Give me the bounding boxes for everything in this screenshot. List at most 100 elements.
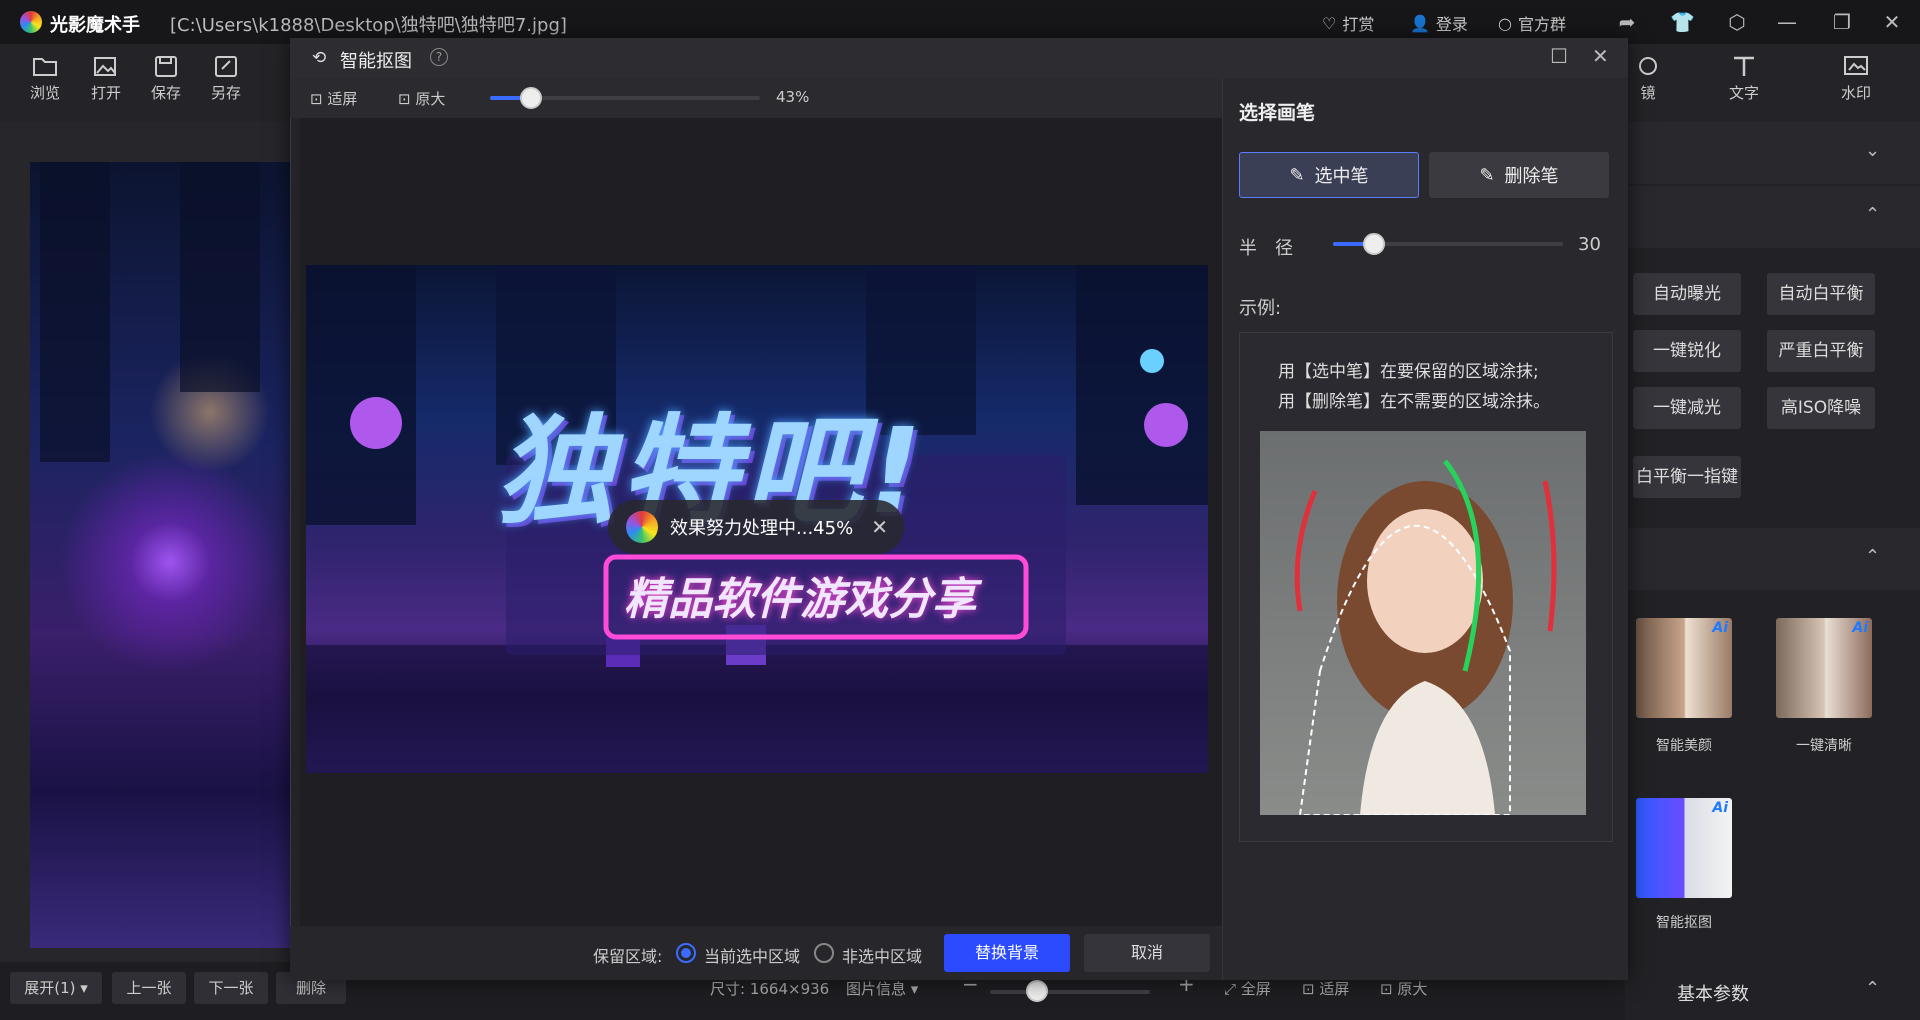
browse-button[interactable]: 浏览 (17, 54, 73, 103)
panel-section-3[interactable]: ⌃ (1625, 528, 1920, 590)
chevron-up-icon: ⌃ (1865, 978, 1881, 999)
text-button[interactable]: 文字 (1716, 54, 1772, 103)
ai-badge: Ai (1712, 800, 1728, 816)
save-button[interactable]: 保存 (138, 54, 194, 103)
save-icon (155, 56, 177, 77)
cancel-button[interactable]: 取消 (1084, 934, 1210, 972)
fullscreen-button[interactable]: ⤢ 全屏 (1224, 978, 1271, 999)
expand-dropdown[interactable]: 展开(1) ▾ (10, 972, 102, 1004)
group-link[interactable]: ○ 官方群 (1498, 11, 1566, 35)
processing-toast: 效果努力处理中...45% ✕ (608, 500, 904, 554)
save-as-label: 另存 (210, 84, 241, 102)
fullscreen-label: 全屏 (1240, 980, 1271, 998)
prev-button[interactable]: 上一张 (112, 972, 186, 1004)
file-path: [C:\Users\k1888\Desktop\独特吧\独特吧7.jpg] (170, 15, 567, 36)
close-icon[interactable]: ✕ (1880, 10, 1904, 34)
text-label: 文字 (1728, 84, 1759, 102)
save-as-button[interactable]: 另存 (198, 54, 254, 103)
save-as-icon (215, 56, 237, 77)
one-key-dim-button[interactable]: 一键减光 (1633, 387, 1741, 429)
erase-pen-button[interactable]: ✎ 删除笔 (1429, 152, 1609, 198)
open-label: 打开 (90, 84, 121, 102)
erase-pen-label: 删除笔 (1504, 166, 1559, 187)
next-button[interactable]: 下一张 (194, 972, 268, 1004)
pen-icon: ✎ (1289, 164, 1305, 186)
main-preview-image (30, 162, 290, 948)
settings-icon[interactable]: ⬡ (1725, 10, 1749, 34)
one-key-sharpen-button[interactable]: 一键锐化 (1633, 330, 1741, 372)
dialog-title-bar: ⟲ 智能抠图 ? ☐ ✕ (290, 38, 1628, 78)
poster-subtitle: 精品软件游戏分享 (624, 574, 976, 625)
watermark-button[interactable]: 水印 (1828, 54, 1884, 103)
dialog-footer: 保留区域: 当前选中区域 非选中区域 替换背景 取消 (290, 926, 1222, 980)
dialog-close-icon[interactable]: ✕ (1592, 44, 1609, 68)
dialog-zoom-knob[interactable] (520, 87, 542, 109)
login-link[interactable]: 👤 登录 (1410, 11, 1468, 35)
share-icon[interactable]: ➦ (1615, 10, 1639, 34)
ai-badge: Ai (1852, 620, 1868, 636)
basic-params-label: 基本参数 (1677, 984, 1749, 1005)
radius-knob[interactable] (1363, 233, 1385, 255)
one-key-clear-thumb[interactable]: Ai (1776, 618, 1872, 718)
strict-white-balance-button[interactable]: 严重白平衡 (1767, 330, 1875, 372)
white-balance-finger-button[interactable]: 白平衡一指键 (1633, 456, 1741, 498)
example-image (1260, 431, 1586, 815)
bottom-zoom-knob[interactable] (1026, 980, 1048, 1002)
minimize-icon[interactable]: — (1775, 10, 1799, 34)
folder-icon (33, 58, 57, 76)
dialog-original-label: 原大 (415, 90, 446, 108)
example-box: 用【选中笔】在要保留的区域涂抹; 用【删除笔】在不需要的区域涂抹。 (1239, 332, 1613, 842)
keep-area-label: 保留区域: (593, 947, 663, 966)
chat-icon: ○ (1498, 13, 1512, 33)
keep-unselected-radio[interactable] (814, 943, 834, 963)
filter-label: 镜 (1640, 84, 1656, 102)
fit-screen-button[interactable]: ⊡ 适屏 (1302, 978, 1349, 999)
image-info-label: 图片信息 (846, 980, 907, 998)
watermark-icon (1844, 56, 1868, 75)
smart-cutout-thumb[interactable]: Ai (1636, 798, 1732, 898)
radius-label: 半 径 (1239, 238, 1293, 259)
auto-white-balance-button[interactable]: 自动白平衡 (1767, 273, 1875, 315)
reward-label: 打赏 (1342, 15, 1375, 34)
image-size: 尺寸: 1664×936 (710, 980, 830, 998)
browse-label: 浏览 (29, 84, 60, 102)
high-iso-denoise-button[interactable]: 高ISO降噪 (1767, 387, 1875, 429)
processing-text: 效果努力处理中...45% (670, 518, 854, 539)
original-size-button[interactable]: ⊡ 原大 (1380, 978, 1427, 999)
select-pen-label: 选中笔 (1314, 166, 1369, 187)
auto-exposure-button[interactable]: 自动曝光 (1633, 273, 1741, 315)
toast-close-icon[interactable]: ✕ (871, 515, 888, 539)
app-logo-icon (20, 11, 42, 33)
example-label: 示例: (1239, 298, 1282, 319)
keep-selected-radio[interactable] (676, 943, 696, 963)
replace-background-button[interactable]: 替换背景 (944, 934, 1070, 972)
image-info-dropdown[interactable]: 图片信息 ▾ (846, 978, 918, 999)
panel-section-2[interactable]: ⌃ (1625, 186, 1920, 248)
select-pen-button[interactable]: ✎ 选中笔 (1239, 152, 1419, 198)
basic-params-section[interactable]: 基本参数 ⌃ (1625, 962, 1920, 1020)
dialog-title: 智能抠图 (340, 51, 412, 72)
image-add-icon (94, 57, 116, 76)
restore-icon[interactable]: ❐ (1830, 10, 1854, 34)
bottom-zoom-slider[interactable] (990, 990, 1150, 994)
dialog-toolbar: ⊡ 适屏 ⊡ 原大 43% (290, 78, 1222, 118)
dialog-fit-button[interactable]: ⊡ 适屏 (310, 88, 357, 109)
skin-icon[interactable]: 👕 (1670, 10, 1695, 34)
filter-button[interactable]: 镜 (1620, 54, 1676, 103)
help-icon[interactable]: ? (430, 48, 448, 66)
original-size-label: 原大 (1397, 980, 1428, 998)
app-window: 光影魔术手 [C:\Users\k1888\Desktop\独特吧\独特吧7.j… (0, 0, 1920, 1020)
open-button[interactable]: 打开 (78, 54, 134, 103)
instruction-2: 用【删除笔】在不需要的区域涂抹。 (1278, 392, 1550, 412)
reward-link[interactable]: ♡ 打赏 (1322, 11, 1374, 35)
expand-label: 展开(1) (24, 979, 76, 997)
dialog-original-button[interactable]: ⊡ 原大 (398, 88, 445, 109)
maximize-icon[interactable]: ☐ (1550, 44, 1568, 68)
keep-selected-label: 当前选中区域 (704, 947, 801, 966)
smart-beauty-thumb[interactable]: Ai (1636, 618, 1732, 718)
chevron-up-icon: ⌃ (1865, 204, 1881, 225)
login-label: 登录 (1435, 15, 1468, 34)
ai-badge: Ai (1712, 620, 1728, 636)
group-label: 官方群 (1517, 15, 1566, 34)
panel-section-1[interactable]: ⌄ (1625, 122, 1920, 184)
